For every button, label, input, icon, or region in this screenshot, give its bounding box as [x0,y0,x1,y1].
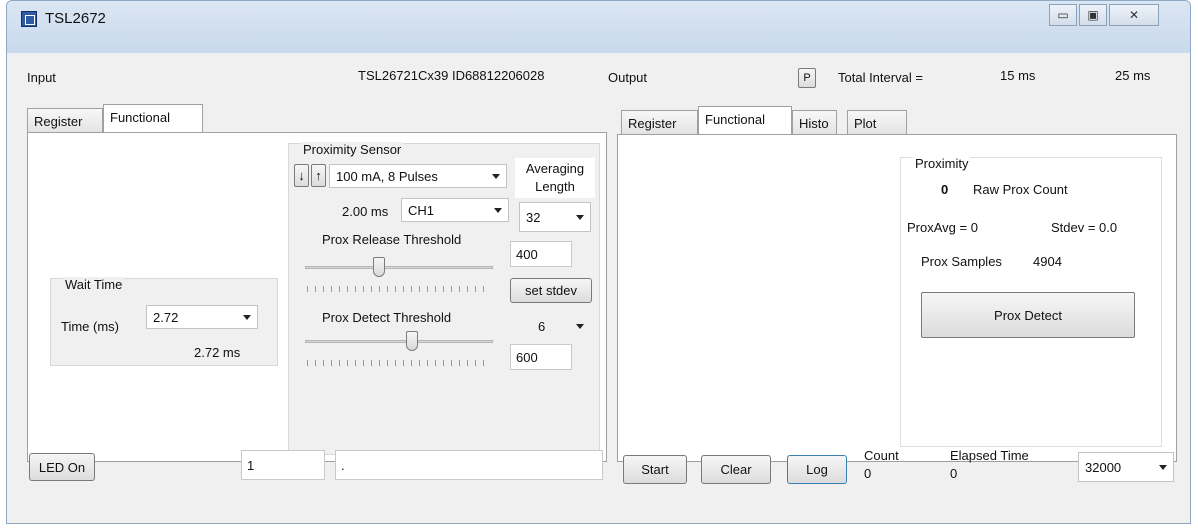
averaging-label-line2: Length [535,179,575,194]
prox-samples-value: 4904 [1033,254,1062,269]
chevron-down-icon [576,324,584,329]
app-window: TSL2672 ▭ ▣ ✕ Input TSL26721Cx39 ID68812… [6,0,1191,524]
wait-time-group: Wait Time Time (ms) 2.72 2.72 ms [50,277,278,366]
total-interval-label: Total Interval = [838,70,923,85]
time-ms-label: Time (ms) [61,319,120,334]
title-bar: TSL2672 ▭ ▣ ✕ [7,1,1190,53]
field-1-input[interactable]: 1 [241,450,325,480]
minimize-button[interactable]: ▭ [1049,4,1077,26]
tab-output-plot[interactable]: Plot [847,110,907,134]
proximity-sensor-group: Proximity Sensor ↓ ↑ 100 mA, 8 Pulses Av… [288,142,600,455]
maximize-button[interactable]: ▣ [1079,4,1107,26]
led-drive-down-button[interactable]: ↓ [294,164,309,187]
proximity-sensor-title: Proximity Sensor [301,142,404,157]
field-2-input[interactable]: . [335,450,603,480]
averaging-select[interactable]: 32 [519,202,591,232]
led-drive-up-button[interactable]: ↑ [311,164,326,187]
tab-output-register[interactable]: Register [621,110,698,134]
log-button[interactable]: Log [787,455,847,484]
wait-time-select[interactable]: 2.72 [146,305,258,329]
release-threshold-thumb[interactable] [373,257,385,277]
prox-avg: ProxAvg = 0 [907,220,978,235]
release-threshold-ticks [307,286,491,292]
elapsed-time-value: 0 [950,466,958,481]
minimize-icon: ▭ [1057,8,1069,22]
arrow-down-icon: ↓ [298,168,305,183]
prox-detect-button[interactable]: Prox Detect [921,292,1135,338]
prox-stdev: Stdev = 0.0 [1051,220,1118,235]
arrow-up-icon: ↑ [315,168,322,183]
tab-output-functional[interactable]: Functional [698,106,792,134]
count-value: 0 [864,466,872,481]
close-icon: ✕ [1128,8,1140,22]
tab-input-register[interactable]: Register [27,108,103,132]
p-button[interactable]: P [798,68,816,88]
client-area: Input TSL26721Cx39 ID68812206028 Output … [15,53,1183,521]
output-functional-panel: Proximity 0 Raw Prox Count ProxAvg = 0 S… [617,134,1177,462]
detect-threshold-ticks [307,360,491,366]
detect-threshold-track[interactable] [305,340,493,343]
elapsed-time-label: Elapsed Time [950,448,1029,463]
input-functional-panel: Wait Time Time (ms) 2.72 2.72 ms Proximi… [27,132,607,462]
start-button[interactable]: Start [623,455,687,484]
interval-1: 15 ms [1000,68,1036,83]
tab-output-histo[interactable]: Histo [792,110,837,134]
proximity-title: Proximity [913,156,971,171]
chevron-down-icon [1159,465,1167,470]
release-threshold-track[interactable] [305,266,493,269]
device-id: TSL26721Cx39 ID68812206028 [358,68,545,83]
proximity-group: Proximity 0 Raw Prox Count ProxAvg = 0 S… [900,156,1162,447]
wait-time-readout: 2.72 ms [194,345,241,360]
led-drive-value: 100 mA, 8 Pulses [336,169,438,184]
stdev-value: 6 [538,319,546,334]
rate-select[interactable]: 32000 [1078,452,1174,482]
chevron-down-icon [243,315,251,320]
maximize-icon: ▣ [1087,8,1099,22]
detect-threshold-input[interactable]: 600 [510,344,572,370]
detect-threshold-label: Prox Detect Threshold [322,310,452,325]
wait-time-title: Wait Time [63,277,125,292]
clear-button[interactable]: Clear [701,455,771,484]
release-threshold-input[interactable]: 400 [510,241,572,267]
averaging-length-label: Averaging Length [515,158,595,198]
close-button[interactable]: ✕ [1109,4,1159,26]
window-title: TSL2672 [45,10,106,27]
release-threshold-label: Prox Release Threshold [322,232,462,247]
app-icon [21,11,37,27]
averaging-label-line1: Averaging [525,161,585,176]
channel-value: CH1 [408,203,435,218]
chevron-down-icon [492,174,500,179]
interval-2: 25 ms [1115,68,1151,83]
channel-select[interactable]: CH1 [401,198,509,222]
prox-samples-label: Prox Samples [921,254,1002,269]
input-label: Input [27,70,56,85]
output-label: Output [608,70,648,85]
led-on-button[interactable]: LED On [29,453,95,481]
stdev-select[interactable]: 6 [519,312,591,340]
detect-threshold-thumb[interactable] [406,331,418,351]
led-drive-select[interactable]: 100 mA, 8 Pulses [329,164,507,188]
chevron-down-icon [576,215,584,220]
raw-prox-label: Raw Prox Count [973,182,1068,197]
averaging-value: 32 [526,210,541,225]
tab-input-functional[interactable]: Functional [103,104,203,132]
integration-time: 2.00 ms [342,204,389,219]
set-stdev-button[interactable]: set stdev [510,278,592,303]
raw-prox-value: 0 [941,182,949,197]
rate-value: 32000 [1085,460,1122,475]
count-label: Count [864,448,899,463]
wait-time-value: 2.72 [153,310,179,325]
chevron-down-icon [494,208,502,213]
